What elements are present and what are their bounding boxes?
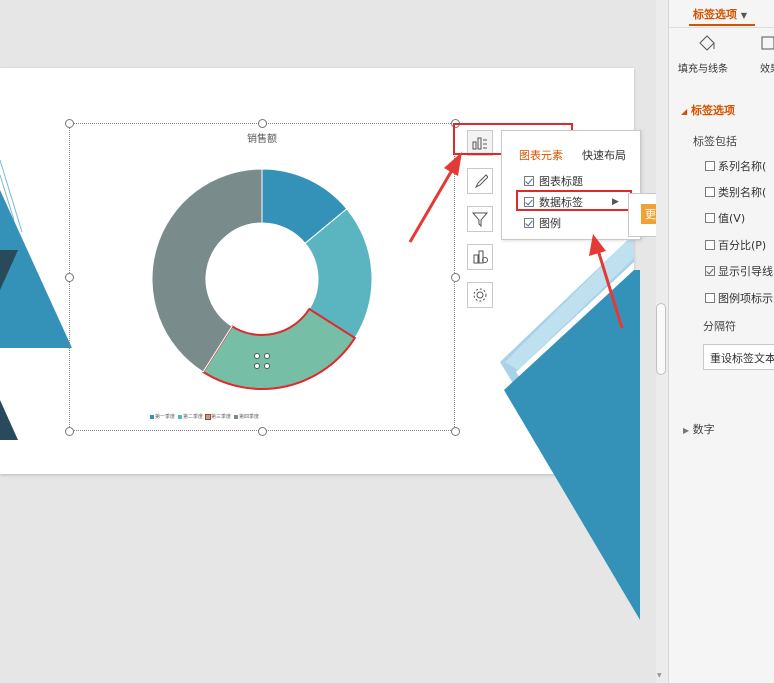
option-legend-key[interactable]: 图例项标示 bbox=[705, 290, 773, 306]
arrow-head bbox=[444, 152, 462, 176]
option-series-name[interactable]: 系列名称( bbox=[705, 158, 766, 174]
tab-fill-line[interactable]: 填充与线条 bbox=[678, 60, 728, 75]
option-leader-lines[interactable]: 显示引导线 bbox=[705, 263, 773, 279]
arrow-line bbox=[596, 249, 624, 329]
option-percentage[interactable]: 百分比(P) bbox=[705, 237, 766, 253]
checkbox[interactable] bbox=[705, 187, 715, 197]
section-number[interactable]: ▶ 数字 bbox=[683, 421, 715, 437]
effects-icon bbox=[761, 36, 774, 50]
expand-icon: ▶ bbox=[683, 426, 690, 435]
arrow-head bbox=[589, 234, 606, 256]
section-label-options[interactable]: ◢ 标签选项 bbox=[681, 102, 735, 118]
checkbox[interactable] bbox=[705, 240, 715, 250]
fill-line-icon bbox=[699, 35, 715, 51]
format-pane: 标签选项 ▼ 填充与线条 效果 ◢ 标签选项 标签包括 系列名称( 类别名称( … bbox=[668, 0, 774, 683]
checkbox[interactable] bbox=[705, 293, 715, 303]
divider bbox=[669, 27, 774, 28]
reset-label-button[interactable]: 重设标签文本 bbox=[703, 344, 774, 370]
separator-label: 分隔符 bbox=[703, 320, 736, 333]
option-category-name[interactable]: 类别名称( bbox=[705, 184, 766, 200]
checkbox[interactable] bbox=[705, 266, 715, 276]
checkbox[interactable] bbox=[705, 213, 715, 223]
group-label: 标签包括 bbox=[693, 135, 737, 148]
scrollbar-thumb[interactable] bbox=[656, 303, 666, 375]
dropdown-icon: ▼ bbox=[740, 11, 747, 20]
checkbox[interactable] bbox=[705, 161, 715, 171]
scroll-down-icon[interactable]: ▼ bbox=[657, 672, 662, 679]
collapse-icon: ◢ bbox=[681, 107, 688, 116]
tab-effects[interactable]: 效果 bbox=[760, 60, 774, 75]
tab-underline bbox=[689, 24, 755, 26]
arrow-line bbox=[408, 164, 457, 243]
pane-tab-label-options[interactable]: 标签选项 ▼ bbox=[693, 6, 747, 22]
option-value[interactable]: 值(V) bbox=[705, 210, 745, 226]
